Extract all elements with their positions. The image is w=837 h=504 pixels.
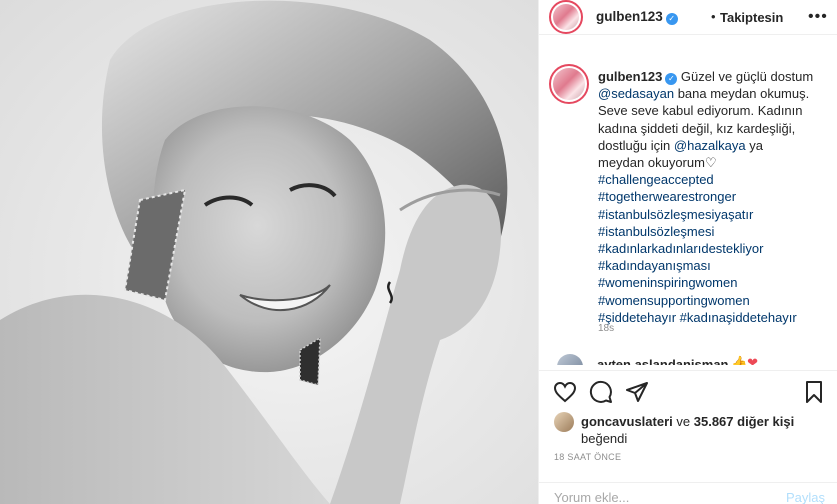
commenter-username[interactable]: ayten.aslandanisman bbox=[597, 357, 729, 365]
hashtag-link[interactable]: #kadınlarkadınlarıdestekliyor bbox=[598, 240, 828, 257]
follow-status-button[interactable]: Takiptesin bbox=[720, 10, 783, 25]
post-side-panel: gulben123 ✓ • Takiptesin ••• gulben123 ✓ G… bbox=[538, 0, 837, 504]
comment-text: 👍❤ bbox=[731, 355, 759, 365]
verified-badge-icon: ✓ bbox=[665, 73, 678, 85]
hashtag-link[interactable]: #womensupportingwomen bbox=[598, 292, 828, 309]
author-username-text[interactable]: gulben123 bbox=[596, 9, 663, 24]
liker-avatar[interactable] bbox=[554, 412, 574, 432]
liker-username[interactable]: goncavuslateri bbox=[581, 414, 673, 429]
post-comment-button[interactable]: Paylaş bbox=[786, 490, 825, 504]
save-bookmark-icon[interactable] bbox=[802, 380, 826, 404]
mention-link: @sedasayan bbox=[598, 86, 675, 102]
caption-line-5: dostluğu için @hazalkaya ya bbox=[598, 137, 763, 153]
caption-avatar[interactable] bbox=[549, 64, 589, 104]
caption-line-4: kadına şiddeti değil, kız kardeşliği, bbox=[598, 120, 796, 136]
mention-link: @hazalkaya bbox=[673, 137, 746, 153]
author-avatar[interactable] bbox=[549, 0, 583, 34]
author-username[interactable]: gulben123 ✓ bbox=[596, 9, 678, 25]
hashtag-link[interactable]: #womeninspiringwomen bbox=[598, 274, 828, 291]
likes-count-link[interactable]: 35.867 diğer kişi bbox=[694, 414, 794, 429]
caption-line-6: meydan okuyorum♡ bbox=[598, 155, 717, 171]
comment-bubble-icon[interactable] bbox=[589, 380, 613, 404]
like-heart-icon[interactable] bbox=[553, 380, 577, 404]
post-caption: gulben123 ✓ Güzel ve güçlü dostum @sedasa… bbox=[598, 68, 828, 326]
hashtag-link[interactable]: #şiddetehayır #kadınaşiddetehayır bbox=[598, 309, 828, 326]
post-time-ago[interactable]: 18 SAAT ÖNCE bbox=[554, 452, 621, 462]
likes-suffix: beğendi bbox=[581, 431, 628, 446]
caption-line-2: @sedasayan bana meydan okumuş. bbox=[598, 86, 810, 102]
hashtag-link[interactable]: #istanbulsözleşmesi bbox=[598, 223, 828, 240]
add-comment-bar: Yorum ekle... Paylaş bbox=[539, 482, 837, 504]
share-plane-icon[interactable] bbox=[625, 380, 649, 404]
add-comment-input[interactable]: Yorum ekle... bbox=[554, 490, 629, 504]
hashtag-link[interactable]: #kadındayanışması bbox=[598, 257, 828, 274]
hashtag-link[interactable]: #istanbulsözleşmesiyaşatır bbox=[598, 206, 828, 223]
commenter-avatar[interactable] bbox=[557, 354, 583, 365]
likes-connector: ve bbox=[676, 414, 691, 429]
hashtag-link[interactable]: #challengeaccepted bbox=[598, 171, 828, 188]
comments-list[interactable]: gulben123 ✓ Güzel ve güçlü dostum @sedasa… bbox=[539, 55, 837, 365]
more-options-icon[interactable]: ••• bbox=[808, 8, 828, 26]
post-header: gulben123 ✓ • Takiptesin ••• bbox=[539, 0, 837, 35]
separator-dot: • bbox=[711, 9, 716, 24]
verified-badge-icon: ✓ bbox=[665, 13, 678, 25]
caption-line-1: Güzel ve güçlü dostum bbox=[680, 69, 814, 84]
post-actions: goncavuslateri ve 35.867 diğer kişi beğe… bbox=[539, 370, 837, 504]
caption-timestamp[interactable]: 18s bbox=[598, 323, 614, 334]
caption-username[interactable]: gulben123 bbox=[598, 69, 662, 84]
hashtag-link[interactable]: #togetherwearestronger bbox=[598, 188, 828, 205]
post-photo[interactable] bbox=[0, 0, 538, 504]
caption-line-3: Seve seve kabul ediyorum. Kadının bbox=[598, 103, 803, 119]
portrait-image bbox=[0, 0, 508, 504]
likes-summary: goncavuslateri ve 35.867 diğer kişi bbox=[581, 413, 831, 431]
